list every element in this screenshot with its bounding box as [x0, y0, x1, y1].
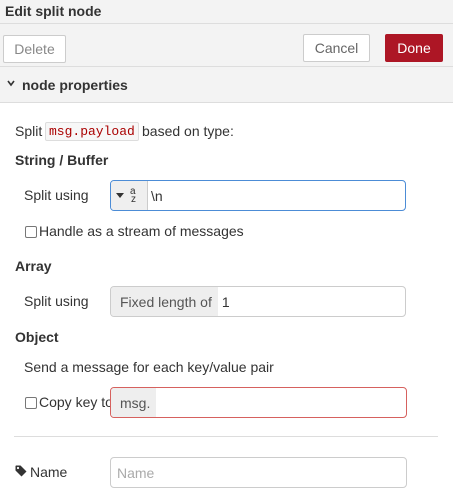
array-split-input[interactable]: Fixed length of 1: [110, 286, 406, 317]
dialog-title: Edit split node: [5, 3, 102, 19]
intro-code: msg.payload: [45, 122, 139, 141]
stream-label: Handle as a stream of messages: [39, 223, 244, 239]
string-split-input[interactable]: a z \n: [110, 180, 406, 211]
copy-key-input[interactable]: msg.: [110, 387, 407, 418]
string-type-icon: a z: [130, 185, 136, 205]
intro-prefix: Split: [15, 123, 43, 139]
dialog-toolbar: Delete Cancel Done: [0, 24, 453, 67]
string-buffer-heading: String / Buffer: [15, 152, 109, 168]
stream-checkbox[interactable]: [25, 226, 37, 238]
object-info: Send a message for each key/value pair: [24, 359, 274, 375]
copy-key-label: Copy key to: [39, 394, 113, 410]
array-mode-label: Fixed length of: [111, 287, 218, 316]
tag-icon: [15, 465, 27, 477]
string-split-label: Split using: [24, 187, 89, 203]
array-split-label: Split using: [24, 293, 89, 309]
copy-key-prefix: msg.: [111, 388, 157, 417]
name-input[interactable]: [110, 457, 407, 488]
dialog-title-bar: Edit split node: [0, 0, 453, 24]
string-split-type-button[interactable]: a z: [111, 181, 148, 210]
caret-down-icon: [116, 193, 124, 198]
node-properties-header[interactable]: node properties: [0, 67, 453, 103]
cancel-button[interactable]: Cancel: [303, 34, 370, 62]
string-split-value[interactable]: \n: [148, 188, 163, 204]
name-label: Name: [30, 464, 68, 480]
delete-button[interactable]: Delete: [3, 35, 66, 63]
array-heading: Array: [15, 258, 52, 274]
intro-suffix: based on type:: [142, 123, 234, 139]
array-length-value[interactable]: 1: [218, 294, 230, 310]
chevron-down-icon: [7, 80, 15, 87]
done-button[interactable]: Done: [385, 34, 443, 62]
section-title: node properties: [22, 77, 128, 93]
object-heading: Object: [15, 329, 59, 345]
divider: [14, 436, 438, 437]
copy-key-checkbox[interactable]: [25, 397, 37, 409]
